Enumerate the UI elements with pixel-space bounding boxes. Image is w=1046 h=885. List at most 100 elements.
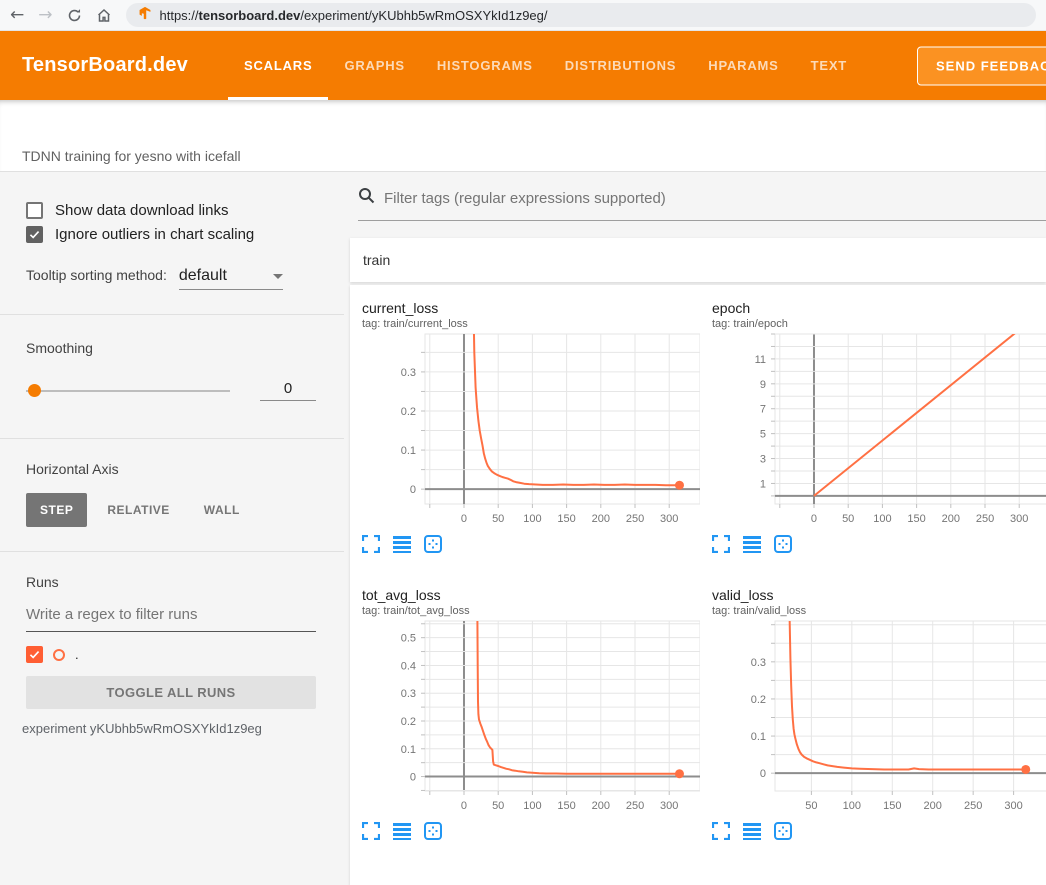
svg-text:200: 200 <box>592 800 610 812</box>
tag-filter-input[interactable] <box>384 190 1046 207</box>
show-download-links-row[interactable]: Show data download links <box>26 202 316 219</box>
slider-thumb[interactable] <box>28 384 41 397</box>
svg-text:9: 9 <box>760 379 766 391</box>
svg-text:0.4: 0.4 <box>401 660 416 672</box>
checkbox-icon[interactable] <box>26 226 43 243</box>
checkbox-label: Show data download links <box>55 202 228 219</box>
chart-title: valid_loss <box>712 587 1046 603</box>
tab-hparams[interactable]: HPARAMS <box>692 31 794 100</box>
line-chart[interactable]: 0501001502002503001357911 <box>712 332 1046 528</box>
svg-text:1: 1 <box>760 478 766 490</box>
svg-text:0: 0 <box>410 772 416 784</box>
svg-text:11: 11 <box>755 354 766 366</box>
svg-text:0.1: 0.1 <box>751 731 766 743</box>
svg-text:250: 250 <box>976 513 994 525</box>
main-panel: train current_loss tag: train/current_lo… <box>344 172 1046 825</box>
svg-text:5: 5 <box>760 429 766 441</box>
toggle-all-runs-button[interactable]: TOGGLE ALL RUNS <box>26 676 316 709</box>
checkbox-icon[interactable] <box>26 202 43 219</box>
chart-actions <box>362 535 700 553</box>
app-logo: TensorBoard.dev <box>0 54 188 77</box>
line-chart[interactable]: 5010015020025030000.10.20.3 <box>712 619 1046 815</box>
run-name: . <box>75 647 79 662</box>
back-icon[interactable]: ← <box>10 7 24 24</box>
tooltip-sorting-row: Tooltip sorting method: default <box>26 267 316 290</box>
svg-text:0.3: 0.3 <box>751 657 766 669</box>
toggle-y-axis-icon[interactable] <box>393 535 411 553</box>
svg-text:100: 100 <box>873 513 891 525</box>
app-header: TensorBoard.dev SCALARS GRAPHS HISTOGRAM… <box>0 31 1046 100</box>
nav-tabs: SCALARS GRAPHS HISTOGRAMS DISTRIBUTIONS … <box>228 31 863 100</box>
send-feedback-button[interactable]: SEND FEEDBACK <box>917 46 1046 85</box>
chart-title: tot_avg_loss <box>362 587 700 603</box>
svg-text:50: 50 <box>805 800 817 812</box>
chart-tag: tag: train/current_loss <box>362 318 700 330</box>
svg-text:250: 250 <box>626 513 644 525</box>
svg-text:100: 100 <box>523 800 541 812</box>
smoothing-value[interactable]: 0 <box>260 380 316 401</box>
tensorboard-logo-icon <box>138 6 152 25</box>
tab-scalars[interactable]: SCALARS <box>228 31 328 100</box>
runs-regex-input[interactable] <box>26 602 316 632</box>
fit-domain-icon[interactable] <box>424 535 442 553</box>
slider-track <box>26 390 230 392</box>
svg-text:0.3: 0.3 <box>401 688 416 700</box>
tag-filter-row <box>358 187 1046 221</box>
svg-text:0: 0 <box>410 484 416 496</box>
run-row[interactable]: . <box>26 646 316 663</box>
svg-text:0: 0 <box>760 768 766 780</box>
chart-actions <box>712 535 1046 553</box>
svg-text:200: 200 <box>942 513 960 525</box>
smoothing-slider[interactable] <box>26 384 230 397</box>
tab-histograms[interactable]: HISTOGRAMS <box>421 31 549 100</box>
charts-card: current_loss tag: train/current_loss 050… <box>350 285 1046 885</box>
svg-text:50: 50 <box>492 513 504 525</box>
svg-text:100: 100 <box>523 513 541 525</box>
browser-toolbar: ← → https://tensorboard.dev/experiment/y… <box>0 0 1046 31</box>
svg-text:150: 150 <box>883 800 901 812</box>
svg-text:150: 150 <box>557 513 575 525</box>
line-chart[interactable]: 05010015020025030000.10.20.30.40.5 <box>362 619 700 815</box>
chart-title: current_loss <box>362 300 700 316</box>
svg-text:0.1: 0.1 <box>401 445 416 457</box>
tab-graphs[interactable]: GRAPHS <box>328 31 420 100</box>
experiment-title: TDNN training for yesno with icefall <box>22 148 1046 164</box>
ignore-outliers-row[interactable]: Ignore outliers in chart scaling <box>26 226 316 243</box>
chart-tag: tag: train/epoch <box>712 318 1046 330</box>
svg-text:50: 50 <box>842 513 854 525</box>
tab-distributions[interactable]: DISTRIBUTIONS <box>549 31 693 100</box>
svg-text:0.2: 0.2 <box>401 406 416 418</box>
wall-button[interactable]: WALL <box>190 493 254 527</box>
tensorboard-page: { "browser": { "url_scheme": "https://",… <box>0 0 1046 825</box>
chart-tot-avg-loss: tot_avg_loss tag: train/tot_avg_loss 050… <box>362 587 700 840</box>
url-bar[interactable]: https://tensorboard.dev/experiment/yKUbh… <box>126 3 1037 27</box>
line-chart[interactable]: 05010015020025030000.10.20.3 <box>362 332 700 528</box>
chart-tag: tag: train/valid_loss <box>712 605 1046 617</box>
run-checkbox[interactable] <box>26 646 43 663</box>
run-color-swatch <box>53 649 65 661</box>
section-header-train[interactable]: train <box>350 238 1046 282</box>
horizontal-axis-buttons: STEP RELATIVE WALL <box>26 493 316 527</box>
svg-text:150: 150 <box>907 513 925 525</box>
fit-domain-icon[interactable] <box>774 535 792 553</box>
home-icon[interactable] <box>96 7 112 23</box>
svg-text:250: 250 <box>964 800 982 812</box>
runs-label: Runs <box>26 574 316 590</box>
expand-chart-icon[interactable] <box>712 535 730 553</box>
smoothing-label: Smoothing <box>26 340 316 356</box>
toggle-y-axis-icon[interactable] <box>743 535 761 553</box>
search-icon <box>358 187 375 209</box>
reload-icon[interactable] <box>67 8 82 23</box>
relative-button[interactable]: RELATIVE <box>93 493 183 527</box>
expand-chart-icon[interactable] <box>362 535 380 553</box>
svg-text:0: 0 <box>461 800 467 812</box>
tooltip-sorting-select[interactable]: default <box>179 267 283 290</box>
svg-text:7: 7 <box>760 404 766 416</box>
tab-text[interactable]: TEXT <box>795 31 863 100</box>
svg-text:0.3: 0.3 <box>401 367 416 379</box>
forward-icon[interactable]: → <box>38 7 52 24</box>
smoothing-slider-row: 0 <box>26 380 316 401</box>
step-button[interactable]: STEP <box>26 493 87 527</box>
checkbox-label: Ignore outliers in chart scaling <box>55 226 254 243</box>
chart-epoch: epoch tag: train/epoch 05010015020025030… <box>712 300 1046 553</box>
